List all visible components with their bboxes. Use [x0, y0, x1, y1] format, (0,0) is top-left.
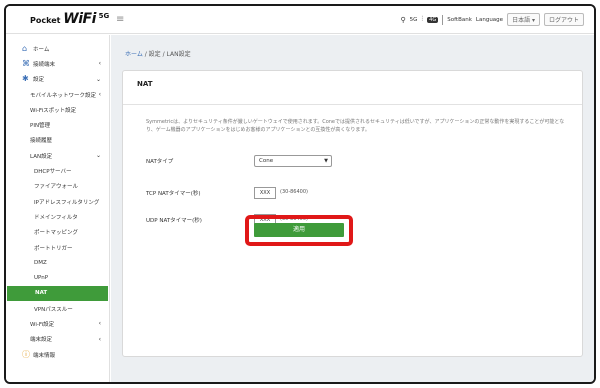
logo-text-big: WiFi	[63, 11, 96, 27]
nat-type-value: Cone	[259, 158, 274, 164]
sidebar-item-label: PIN管理	[30, 123, 51, 130]
sidebar-item-label: Wi-Fi設定	[30, 321, 55, 328]
nat-type-select[interactable]: Cone ▼	[254, 155, 332, 167]
chevron-left-icon: ‹	[98, 335, 101, 343]
sidebar-item-label: 接続履歴	[30, 138, 53, 145]
sidebar-item[interactable]: NAT	[7, 285, 108, 302]
sidebar-item-label: IPアドレスフィルタリング	[34, 199, 100, 206]
sidebar-item[interactable]: ⌂ ホーム	[6, 41, 109, 56]
sidebar-item-label: ホーム	[33, 46, 50, 53]
apply-button[interactable]: 適用	[254, 223, 344, 237]
home-icon: ⌂	[22, 43, 28, 53]
main-content: ホーム / 設定 / LAN設定 NAT Symmetricは、よりセキュリティ…	[111, 35, 594, 382]
network-badge: 4G	[427, 16, 439, 23]
sidebar-item[interactable]: LAN設定 ⌄	[6, 148, 109, 163]
sidebar-item[interactable]: VPNパススルー	[6, 301, 109, 316]
sidebar-item[interactable]: ドメインフィルタ	[6, 209, 109, 224]
nat-card: NAT Symmetricは、よりセキュリティ条件が厳しいゲートウェイで使用され…	[122, 70, 583, 357]
sidebar-item[interactable]: ポートマッピング	[6, 225, 109, 240]
sidebar-item-label: 接続端末	[33, 61, 56, 68]
wifi-icon: ⚲	[400, 15, 406, 24]
tcp-timer-range: (30-86400)	[280, 189, 308, 195]
sidebar-item-label: 設定	[33, 77, 45, 84]
card-title: NAT	[137, 80, 153, 88]
breadcrumb: ホーム / 設定 / LAN設定	[125, 49, 191, 58]
divider	[442, 14, 444, 25]
devices-icon: ⌘	[22, 58, 30, 68]
sidebar-item-label: NAT	[35, 290, 48, 297]
chevron-left-icon: ‹	[98, 91, 101, 99]
sidebar-item-label: ファイアウォール	[34, 184, 79, 191]
sidebar-item[interactable]: ポートトリガー	[6, 240, 109, 255]
app-window: Pocket WiFi 5G ≡ ⚲ 5G ⫶ 4G SoftBank Lang…	[4, 4, 596, 384]
language-select[interactable]: 日本語 ▾	[507, 13, 540, 26]
logo-text-sup: 5G	[98, 12, 110, 20]
sidebar-item[interactable]: DHCPサーバー	[6, 163, 109, 178]
logout-button[interactable]: ログアウト	[543, 13, 584, 26]
top-bar: Pocket WiFi 5G ≡ ⚲ 5G ⫶ 4G SoftBank Lang…	[6, 6, 594, 34]
nat-description: Symmetricは、よりセキュリティ条件が厳しいゲートウェイで使用されます。C…	[146, 119, 565, 133]
chevron-down-icon: ▼	[324, 158, 328, 164]
chevron-left-icon: ‹	[98, 60, 101, 68]
sidebar-item[interactable]: ファイアウォール	[6, 179, 109, 194]
carrier-name: SoftBank	[447, 16, 472, 23]
sidebar: ⌂ ホーム ⌘ 接続端末 ‹ ✱ 設定 ⌄ モバイルネットワーク設定 ‹ Wi-Fiスポット設定 PI…	[6, 35, 110, 382]
sidebar-item[interactable]: IPアドレスフィルタリング	[6, 194, 109, 209]
tcp-timer-input[interactable]: XXX	[254, 187, 276, 199]
sidebar-item[interactable]: モバイルネットワーク設定 ‹	[6, 87, 109, 102]
sidebar-item-label: Wi-Fiスポット設定	[30, 107, 77, 114]
sidebar-item-label: UPnP	[34, 275, 49, 282]
signal-icon: ⫶	[421, 15, 424, 23]
chevron-left-icon: ‹	[98, 320, 101, 328]
sidebar-item-label: DMZ	[34, 259, 47, 266]
sidebar-item-label: DHCPサーバー	[34, 169, 72, 176]
info-icon: ⓘ	[22, 349, 30, 359]
sidebar-item[interactable]: ✱ 設定 ⌄	[6, 72, 109, 87]
logo: Pocket WiFi 5G	[30, 11, 109, 27]
signal-text: 5G	[409, 16, 418, 23]
udp-timer-label: UDP NATタイマー(秒)	[146, 218, 202, 224]
sidebar-item[interactable]: ⌘ 接続端末 ‹	[6, 56, 109, 71]
sidebar-item[interactable]: 端末設定 ‹	[6, 332, 109, 347]
chevron-down-icon: ⌄	[95, 75, 101, 83]
sidebar-item[interactable]: DMZ	[6, 255, 109, 270]
card-divider	[123, 104, 582, 105]
sidebar-item[interactable]: Wi-Fiスポット設定	[6, 102, 109, 117]
sidebar-item-label: VPNパススルー	[34, 306, 73, 313]
hamburger-icon[interactable]: ≡	[116, 14, 124, 25]
logo-text-small: Pocket	[30, 16, 61, 25]
sidebar-item-label: モバイルネットワーク設定	[30, 92, 97, 99]
chevron-down-icon: ⌄	[95, 152, 101, 160]
sidebar-item-label: LAN設定	[30, 153, 53, 160]
breadcrumb-path: / 設定 / LAN設定	[142, 51, 191, 58]
sidebar-item-label: ポートマッピング	[34, 230, 79, 237]
sidebar-item-label: 端末情報	[33, 352, 56, 359]
sidebar-item-label: ポートトリガー	[34, 245, 73, 252]
sidebar-item-label: ドメインフィルタ	[34, 214, 78, 221]
sidebar-item[interactable]: UPnP	[6, 270, 109, 285]
nat-type-label: NATタイプ	[146, 159, 174, 165]
language-label: Language	[475, 16, 504, 23]
gear-icon: ✱	[22, 74, 29, 84]
sidebar-item[interactable]: PIN管理	[6, 117, 109, 132]
breadcrumb-home-link[interactable]: ホーム	[125, 51, 143, 58]
status-area: ⚲ 5G ⫶ 4G SoftBank Language 日本語 ▾ ログアウト	[401, 13, 584, 26]
sidebar-item[interactable]: 接続履歴	[6, 133, 109, 148]
sidebar-item-label: 端末設定	[30, 337, 53, 344]
sidebar-item[interactable]: ⓘ 端末情報	[6, 347, 109, 362]
tcp-timer-label: TCP NATタイマー(秒)	[146, 191, 201, 197]
sidebar-item[interactable]: Wi-Fi設定 ‹	[6, 316, 109, 331]
